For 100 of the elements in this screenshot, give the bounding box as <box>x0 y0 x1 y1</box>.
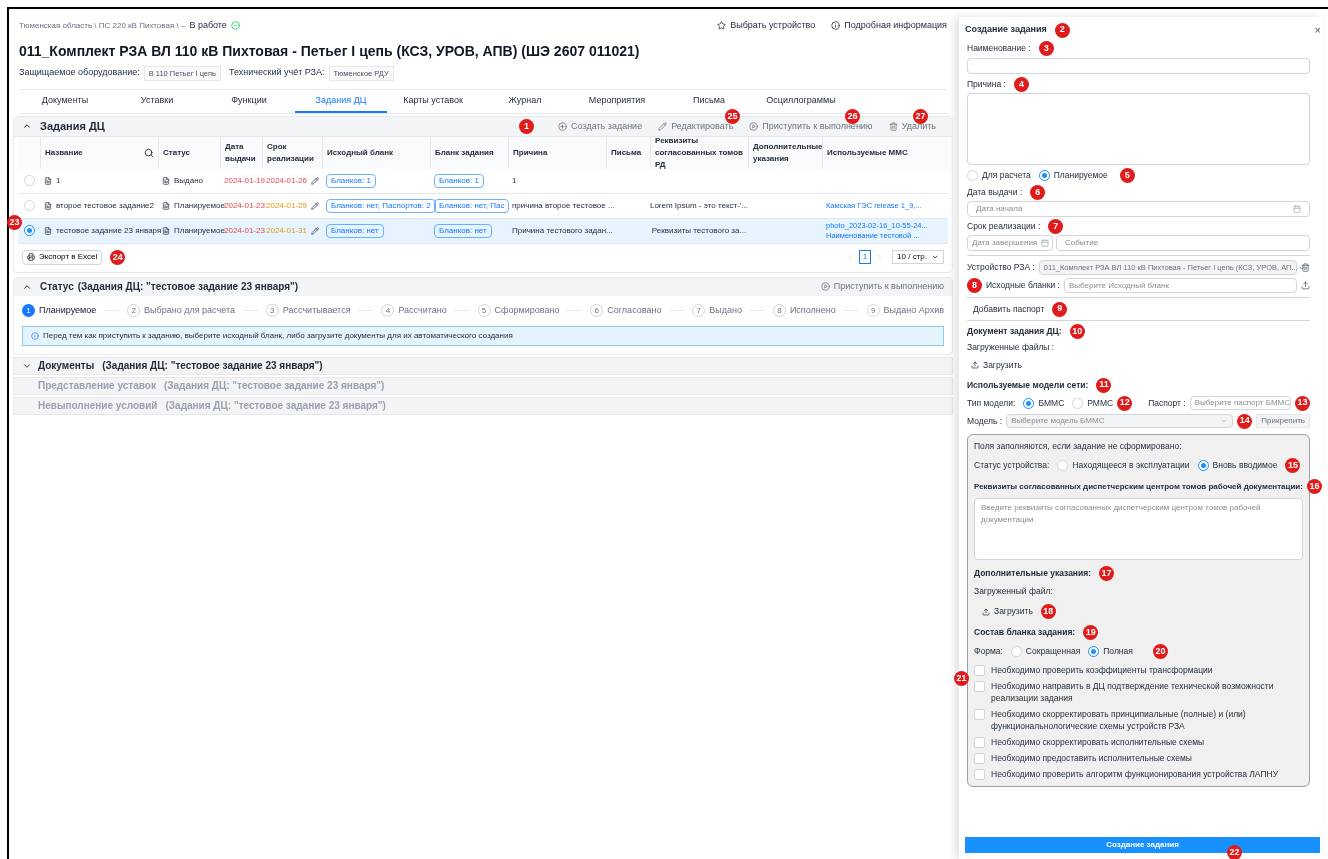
upload-button[interactable]: Загрузить <box>971 358 1022 372</box>
checkbox-label[interactable]: Необходимо проверить коэффициенты трансформации <box>991 664 1213 676</box>
header-link[interactable]: Выбрать устройство <box>717 19 816 33</box>
meta-label: Защищаемое оборудование: <box>19 66 140 80</box>
radio[interactable] <box>1038 170 1050 181</box>
radio-label[interactable]: РММС <box>1087 396 1114 410</box>
caret-icon <box>1220 417 1229 425</box>
field-label: Дополнительные указания: <box>974 567 1092 581</box>
annotation-marker: 24 <box>110 249 126 265</box>
panel-title: Статус <box>40 280 74 295</box>
tag[interactable]: Бланков: нет <box>326 223 384 238</box>
name-input[interactable] <box>967 58 1310 74</box>
tab[interactable]: Карты уставок <box>387 89 479 113</box>
radio-label[interactable]: Сокращенная <box>1025 645 1081 658</box>
page-title: 011_Комплект РЗА ВЛ 110 кВ Пихтовая - Петьег I цепь (КСЗ, УРОВ, АПВ) (ШЭ 2607 011021) <box>18 41 641 61</box>
annotation-marker: 5 <box>1119 168 1135 183</box>
checkbox-label[interactable]: Необходимо проверить алгоритм функционирования устройства ЛАПНУ <box>991 768 1279 780</box>
radio[interactable] <box>1197 460 1209 472</box>
tab[interactable]: Журнал <box>479 89 571 113</box>
radio-label[interactable]: Планируемое <box>1053 169 1108 182</box>
tag[interactable]: Бланков: 1 <box>326 173 376 188</box>
pencil-icon[interactable] <box>310 176 319 185</box>
export-button[interactable]: Экспорт в Excel <box>22 249 103 265</box>
tab[interactable]: Документы <box>19 89 111 113</box>
column-header: Письма <box>611 146 642 159</box>
date-input[interactable]: Дата начала <box>967 201 1310 217</box>
tab[interactable]: Задания ДЦ <box>295 89 387 113</box>
checkbox[interactable] <box>974 709 985 720</box>
step: 2 Выбрано для расчета <box>127 304 235 318</box>
step: 6 Согласовано <box>590 304 662 318</box>
requisites-textarea[interactable]: Введите реквизиты согласованных диспетчерским центром томов рабочей документации <box>974 498 1303 561</box>
search-icon[interactable] <box>144 147 154 158</box>
radio-label[interactable]: Вновь вводимое <box>1212 459 1278 473</box>
tab[interactable]: Функции <box>203 89 295 113</box>
field-label: Загруженный файл: <box>974 585 1054 598</box>
radio-label[interactable]: Для расчета <box>982 169 1031 182</box>
field-label: Реквизиты согласованных диспетчерским центром томов рабочей документации: <box>974 480 1303 493</box>
radio-label[interactable]: Полная <box>1103 645 1133 658</box>
checkbox[interactable] <box>974 681 985 692</box>
breadcrumb[interactable]: Тюменская область \ ПС 220 кВ Пихтовая \ – <box>19 19 186 32</box>
radio[interactable] <box>1088 646 1100 657</box>
field-label: Исходные бланки : <box>986 279 1060 292</box>
source-blank-select[interactable]: Выберите Исходный бланк <box>1063 278 1297 293</box>
page-size-select[interactable]: 10 / стр. <box>892 250 944 265</box>
collapsed-panel[interactable]: Документы (Задания ДЦ: "тестовое задание 23 января") <box>13 356 953 375</box>
tag[interactable]: Бланков: 1 <box>434 173 484 188</box>
annotation-marker: 20 <box>1152 644 1168 659</box>
annotation-marker: 1 <box>519 118 535 134</box>
info-icon <box>831 21 841 31</box>
tab[interactable]: Мероприятия <box>571 89 663 113</box>
annotation-marker: 8 <box>967 278 982 293</box>
radio-label[interactable]: БММС <box>1038 396 1065 410</box>
pencil-icon[interactable] <box>310 201 319 210</box>
table-cell: второе тестовое задание2 <box>56 199 154 212</box>
checkbox-label[interactable]: Необходимо скорректировать принципиальные (полные) и (или) функциональнологические схемы устройств РЗА <box>991 708 1303 732</box>
checkbox[interactable] <box>974 753 985 764</box>
radio-label[interactable]: Находящееся в эксплуатации <box>1072 459 1190 473</box>
upload-button[interactable]: Загрузить <box>982 605 1033 618</box>
annotation-marker: 4 <box>1013 77 1029 92</box>
page-number[interactable]: 1 <box>858 250 872 265</box>
pencil-icon[interactable] <box>310 226 319 235</box>
annotation-marker: 17 <box>1099 566 1115 582</box>
meta-label: Технический учёт РЗА: <box>229 66 325 80</box>
annotation-marker: 7 <box>1048 219 1064 234</box>
column-header: Реквизиты согласованных томов РД <box>655 134 744 171</box>
date-input[interactable]: Дата завершения <box>967 235 1053 251</box>
attach-button[interactable]: Прикрепить <box>1256 414 1310 428</box>
radio[interactable] <box>23 225 35 237</box>
tag[interactable]: Бланков: нет, Пас <box>434 198 510 213</box>
checkbox-label[interactable]: Необходимо скорректировать исполнительные схемы <box>991 736 1205 748</box>
checkbox-label[interactable]: Необходимо направить в ДЦ подтверждение технической возможности реализации задания <box>991 680 1303 704</box>
field-label: Причина : <box>967 78 1006 91</box>
table-cell: Lorem Ipsum - это текст-'... <box>649 199 749 212</box>
tag[interactable]: Бланков: нет <box>434 223 492 238</box>
checkbox[interactable] <box>974 769 985 780</box>
annotation-marker: 6 <box>1030 185 1046 200</box>
upload-icon[interactable] <box>1301 281 1310 290</box>
column-header: Исходный бланк <box>327 146 394 159</box>
trash-icon[interactable] <box>1301 263 1310 272</box>
step: 4 Рассчитано <box>381 304 447 318</box>
info-alert: Перед тем как приступить к заданию, выберите исходный бланк, либо загрузите документы для их автоматического создания <box>22 325 944 346</box>
checkbox-label[interactable]: Необходимо предоставить исполнительные схемы <box>991 752 1192 764</box>
field-label: Наименование : <box>967 42 1031 55</box>
close-button[interactable]: × <box>1314 21 1322 39</box>
add-passport-button[interactable]: Добавить паспорт <box>973 302 1045 316</box>
play-icon <box>749 121 759 131</box>
start-button[interactable]: Приступить к выполнению <box>820 280 944 294</box>
checkbox[interactable] <box>974 665 985 676</box>
tab[interactable]: Осциллограммы <box>755 89 847 113</box>
annotation-marker: 11 <box>1096 377 1112 393</box>
table-cell: Реквизиты тестового за... <box>651 224 747 237</box>
event-input[interactable]: Событие <box>1056 235 1310 251</box>
tag[interactable]: Бланков: нет, Паспортов: 2 <box>326 198 436 213</box>
checkbox[interactable] <box>974 737 985 748</box>
radio[interactable] <box>1023 397 1035 409</box>
header-link[interactable]: Подробная информация <box>831 19 947 33</box>
step: 7 Выдано <box>692 304 742 318</box>
tab[interactable]: Уставки <box>111 89 203 113</box>
reason-textarea[interactable] <box>967 93 1310 165</box>
info-icon <box>31 331 39 340</box>
